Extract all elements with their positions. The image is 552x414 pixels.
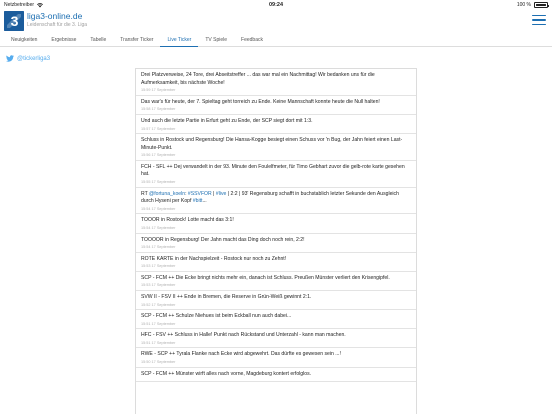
feed-item-timestamp: 15:56 17 September	[141, 153, 176, 158]
feed-item-timestamp: 15:54 17 September	[141, 226, 176, 231]
feed-item[interactable]: Schluss in Rostock und Regensburg! Die H…	[136, 134, 416, 161]
feed-item-text: SCP - FCM ++ Die Ecke bringt nichts mehr…	[141, 275, 411, 283]
status-bar: Netzbetreiber 09:24 100 %	[0, 0, 552, 10]
feed-item-text: Drei Platzverweise, 24 Tore, drei Abseit…	[141, 72, 411, 87]
feed-item-link[interactable]: #SSVFOR	[188, 191, 212, 197]
feed-item-text: Das war's für heute, der 7. Spieltag geh…	[141, 99, 411, 107]
feed-item-timestamp: 15:52 17 September	[141, 302, 176, 307]
site-subtitle: Leidenschaft für die 3. Liga	[27, 22, 88, 28]
hamburger-menu-icon[interactable]	[532, 14, 546, 26]
app-header: 3 liga3-online.de Leidenschaft für die 3…	[0, 10, 552, 32]
feed-item[interactable]: Drei Platzverweise, 24 Tore, drei Abseit…	[136, 69, 416, 96]
battery-percent: 100 %	[516, 2, 531, 8]
feed-item-text-part: Drei Platzverweise, 24 Tore, drei Abseit…	[141, 72, 375, 86]
feed-item-text: Schluss in Rostock und Regensburg! Die H…	[141, 137, 411, 152]
feed-item[interactable]: SCP - FCM ++ Schulze Niehues ist beim Ec…	[136, 310, 416, 330]
feed-item-timestamp: 15:54 17 September	[141, 206, 176, 211]
feed-item[interactable]: FCH - SFL ++ Dej verwandelt in der 93. M…	[136, 161, 416, 188]
feed-item-text-part: RT	[141, 190, 150, 197]
battery-icon	[534, 2, 550, 8]
status-right: 100 %	[516, 2, 550, 8]
live-ticker-feed: Drei Platzverweise, 24 Tore, drei Abseit…	[135, 68, 417, 414]
feed-item-text: SCP - FCM ++ Schulze Niehues ist beim Ec…	[141, 313, 411, 321]
svg-text:3: 3	[11, 13, 19, 29]
feed-item[interactable]: RWE - SCP ++ Tyrala Flanke nach Ecke wir…	[136, 348, 416, 368]
feed-item-text: SCP - FCM ++ Münster wirft alles nach vo…	[141, 371, 411, 379]
feed-item[interactable]: SCP - FCM ++ Münster wirft alles nach vo…	[136, 368, 416, 382]
feed-item-text-part: SCP - FCM ++ Die Ecke bringt nichts mehr…	[141, 274, 390, 281]
feed-item-text-part: FCH - SFL ++ Dej verwandelt in der 93. M…	[141, 163, 405, 178]
carrier-label: Netzbetreiber	[4, 2, 35, 8]
nav-tab-tabelle[interactable]: Tabelle	[83, 34, 113, 47]
nav-tab-tv-spiele[interactable]: TV Spiele	[198, 34, 234, 47]
feed-item[interactable]: ROTE KARTE in der Nachspielzeit - Rostoc…	[136, 253, 416, 272]
site-title[interactable]: liga3-online.de	[27, 11, 82, 21]
nav-tab-feedback[interactable]: Feedback	[234, 34, 270, 47]
feed-item-text: HFC - FSV ++ Schluss in Halle! Punkt nac…	[141, 332, 411, 340]
nav-tab-ergebnisse[interactable]: Ergebnisse	[44, 34, 83, 47]
feed-item-text: FCH - SFL ++ Dej verwandelt in der 93. M…	[141, 164, 411, 179]
feed-item-text-part: TOOOOR in Regensburg! Der Jahn macht das…	[141, 236, 305, 243]
feed-item-link[interactable]: @fortuna_koeln	[149, 191, 185, 197]
feed-item[interactable]: TOOOR in Rostock! Lotte macht das 3:1! 15…	[136, 214, 416, 234]
status-left: Netzbetreiber	[4, 2, 44, 8]
feed-item-timestamp: 15:50 17 September	[141, 360, 176, 365]
feed-item-timestamp: 15:53 17 September	[141, 283, 176, 288]
status-time: 09:24	[268, 2, 284, 8]
feed-item-text-part: ...	[202, 198, 207, 205]
feed-item-text: TOOOOR in Regensburg! Der Jahn macht das…	[141, 237, 411, 245]
feed-item-text: RWE - SCP ++ Tyrala Flanke nach Ecke wir…	[141, 351, 411, 359]
feed-item-timestamp: 15:57 17 September	[141, 126, 176, 131]
feed-item-link[interactable]: #live	[216, 191, 226, 197]
feed-item-text-part: RWE - SCP ++ Tyrala Flanke nach Ecke wir…	[141, 351, 341, 358]
feed-item-text: SVW II - FSV II ++ Ende in Bremen, die R…	[141, 294, 411, 302]
feed-item-text-part: SVW II - FSV II ++ Ende in Bremen, die R…	[141, 293, 312, 300]
feed-item-text: ROTE KARTE in der Nachspielzeit - Rostoc…	[141, 256, 411, 264]
feed-item-timestamp: 15:51 17 September	[141, 321, 176, 326]
liga3-logo-icon[interactable]: 3	[4, 11, 24, 31]
nav-tab-live-ticker[interactable]: Live Ticker	[160, 34, 199, 47]
feed-item-text: Und auch die letzte Partie in Erfurt geh…	[141, 118, 411, 126]
twitter-handle[interactable]: @tickerliga3	[17, 56, 50, 62]
feed-item-text-part: Und auch die letzte Partie in Erfurt geh…	[141, 117, 313, 124]
wifi-icon	[37, 2, 44, 7]
feed-item-text: TOOOR in Rostock! Lotte macht das 3:1!	[141, 217, 411, 225]
nav-tab-neuigkeiten[interactable]: Neuigkeiten	[4, 34, 44, 47]
feed-item-text-part: HFC - FSV ++ Schluss in Halle! Punkt nac…	[141, 332, 346, 339]
twitter-bird-icon	[6, 55, 14, 62]
feed-item-timestamp: 15:51 17 September	[141, 340, 176, 345]
feed-item[interactable]: TOOOOR in Regensburg! Der Jahn macht das…	[136, 234, 416, 253]
feed-item-timestamp: 15:53 17 September	[141, 264, 176, 269]
feed-item[interactable]: Und auch die letzte Partie in Erfurt geh…	[136, 115, 416, 135]
feed-item[interactable]: SCP - FCM ++ Die Ecke bringt nichts mehr…	[136, 272, 416, 291]
feed-item-timestamp: 15:58 17 September	[141, 107, 176, 112]
feed-item-text-part: Das war's für heute, der 7. Spieltag geh…	[141, 98, 380, 105]
feed-item-timestamp: 15:55 17 September	[141, 180, 176, 185]
feed-item[interactable]: SVW II - FSV II ++ Ende in Bremen, die R…	[136, 291, 416, 311]
feed-item-text-part: SCP - FCM ++ Münster wirft alles nach vo…	[141, 370, 312, 377]
nav-tab-transfer-ticker[interactable]: Transfer Ticker	[113, 34, 160, 47]
feed-item-text-part: TOOOR in Rostock! Lotte macht das 3:1!	[141, 217, 234, 224]
main-nav: Neuigkeiten Ergebnisse Tabelle Transfer Tic…	[0, 34, 552, 47]
feed-item-text: RT @fortuna_koeln: #SSVFOR | #live | 2:2…	[141, 191, 411, 206]
feed-item-timestamp: 15:54 17 September	[141, 245, 176, 250]
feed-item[interactable]: Das war's für heute, der 7. Spieltag geh…	[136, 96, 416, 115]
feed-item-text-part: ROTE KARTE in der Nachspielzeit - Rostoc…	[141, 255, 287, 262]
twitter-account[interactable]: @tickerliga3	[6, 55, 50, 62]
feed-item-text-part: SCP - FCM ++ Schulze Niehues ist beim Ec…	[141, 313, 292, 320]
feed-item-text-part: Schluss in Rostock und Regensburg! Die H…	[141, 137, 403, 151]
feed-item[interactable]: RT @fortuna_koeln: #SSVFOR | #live | 2:2…	[136, 188, 416, 215]
feed-item[interactable]: HFC - FSV ++ Schluss in Halle! Punkt nac…	[136, 329, 416, 349]
feed-item-timestamp: 15:59 17 September	[141, 88, 176, 93]
